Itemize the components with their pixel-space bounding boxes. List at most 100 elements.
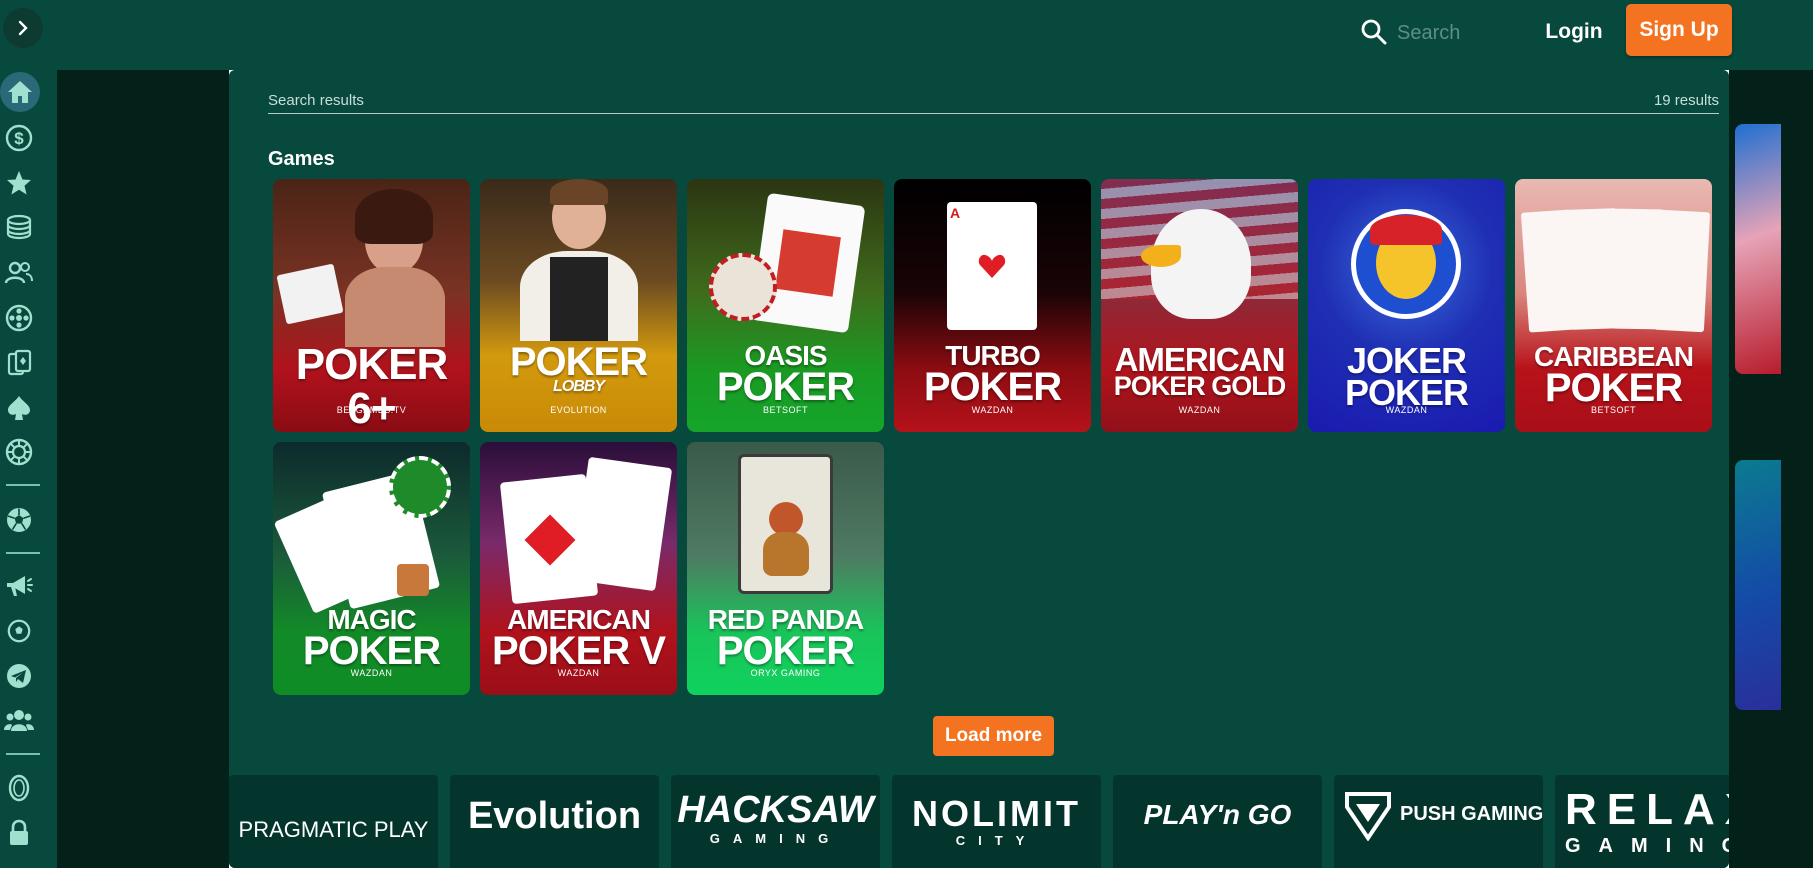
football-icon (7, 619, 31, 643)
provider-name: NOLIMIT (912, 793, 1081, 834)
search-input[interactable] (1395, 18, 1509, 48)
sidebar-item-roulette[interactable] (2, 435, 36, 469)
game-provider: WAZDAN (350, 668, 393, 678)
load-more-button[interactable]: Load more (933, 716, 1054, 756)
game-art (687, 442, 884, 594)
game-tile-turbo-poker[interactable]: A TURBO POKER WAZDAN (894, 179, 1091, 432)
star-icon (7, 171, 31, 195)
roulette-icon (5, 438, 33, 466)
provider-sub: CITY (955, 833, 1038, 848)
game-subtitle: POKER GOLD (1113, 371, 1287, 401)
game-tile-american-poker-gold[interactable]: AMERICAN POKER GOLD WAZDAN (1101, 179, 1298, 432)
game-subtitle: LOBBY (553, 378, 605, 395)
provider-card-play-n-go[interactable]: PLAY'n GO (1113, 775, 1322, 868)
search-icon[interactable] (1360, 18, 1388, 46)
dollar-icon: $ (5, 124, 33, 152)
sidebar-item-crypto[interactable] (2, 771, 36, 805)
provider-name: RELAX (1565, 785, 1729, 834)
game-provider: WAZDAN (1178, 405, 1221, 415)
sidebar-item-promotions[interactable] (2, 569, 36, 603)
sidebar-divider (6, 552, 40, 554)
sidebar-item-community[interactable] (2, 703, 36, 737)
coin-icon (8, 774, 30, 802)
right-background (1729, 70, 1813, 868)
chevron-right-icon (18, 20, 28, 36)
login-button[interactable]: Login (1536, 16, 1612, 48)
game-tile-poker-6-plus[interactable]: POKER 6+ BETGAMES.TV (273, 179, 470, 432)
telegram-icon (7, 664, 31, 688)
provider-card-relax-gaming[interactable]: RELAX GAMING (1555, 775, 1729, 868)
provider-card-evolution[interactable]: Evolution (450, 775, 659, 868)
game-art: A (894, 179, 1091, 330)
game-tile-oasis-poker[interactable]: OASIS POKER BETSOFT (687, 179, 884, 432)
game-art (480, 442, 677, 605)
game-provider: BETGAMES.TV (336, 405, 407, 415)
provider-name: Evolution (467, 795, 642, 837)
sidebar-item-favorites[interactable] (2, 166, 36, 200)
sidebar-item-live[interactable] (2, 301, 36, 335)
sidebar-item-poker[interactable] (2, 391, 36, 425)
game-title: POKER 6+ (295, 340, 448, 432)
sidebar-item-sports[interactable] (2, 503, 36, 537)
lock-icon (10, 819, 28, 845)
game-provider: WAZDAN (1385, 405, 1428, 415)
game-provider: WAZDAN (557, 668, 600, 678)
provider-sub: GAMING (709, 831, 842, 846)
provider-card-nolimit-city[interactable]: NOLIMIT CITY (892, 775, 1101, 868)
provider-card-pragmatic-play[interactable]: PRAGMATIC PLAY (229, 775, 438, 868)
sidebar-toggle-button[interactable] (3, 8, 43, 48)
sidebar-item-telegram[interactable] (2, 659, 36, 693)
game-art (1308, 179, 1505, 329)
provider-name: PRAGMATIC PLAY (238, 817, 429, 842)
push-gaming-logo-icon (1345, 792, 1391, 841)
game-tile-magic-poker[interactable]: MAGIC POKER WAZDAN (273, 442, 470, 695)
sidebar-item-users[interactable] (2, 256, 36, 290)
coins-stack-icon (6, 214, 32, 240)
provider-card-hacksaw[interactable]: HACKSAW GAMING (671, 775, 880, 868)
side-promo-thumb-top (1735, 124, 1781, 374)
provider-card-push-gaming[interactable]: PUSH GAMING (1334, 775, 1543, 868)
home-icon (8, 81, 32, 103)
cards-icon (7, 349, 32, 376)
game-tile-poker-lobby[interactable]: POKER LOBBY EVOLUTION (480, 179, 677, 432)
provider-name: HACKSAW (677, 789, 874, 831)
game-tile-red-panda-poker[interactable]: RED PANDA POKER ORYX GAMING (687, 442, 884, 695)
sidebar-item-coins[interactable] (2, 210, 36, 244)
game-provider: WAZDAN (971, 405, 1014, 415)
sidebar-item-football[interactable] (2, 614, 36, 648)
game-art (273, 442, 470, 614)
provider-sub: GAMING (1565, 835, 1729, 857)
megaphone-icon (7, 576, 33, 596)
game-tile-joker-poker[interactable]: JOKER POKER WAZDAN (1308, 179, 1505, 432)
games-heading: Games (268, 148, 335, 170)
game-provider: BETSOFT (762, 405, 808, 415)
sidebar-item-cards[interactable] (2, 346, 36, 380)
search-results-panel: Search results 19 results Games POKER 6+… (229, 70, 1729, 868)
film-reel-icon (5, 304, 33, 332)
sidebar-divider (6, 753, 40, 755)
sidebar-item-security[interactable] (2, 816, 36, 850)
svg-text:$: $ (14, 129, 24, 148)
game-art (480, 179, 677, 341)
game-tile-caribbean-poker[interactable]: CARIBBEAN POKER BETSOFT (1515, 179, 1712, 432)
left-background (57, 70, 229, 868)
game-art (1101, 179, 1298, 329)
soccer-ball-icon (7, 508, 31, 532)
signup-button[interactable]: Sign Up (1626, 4, 1732, 56)
game-art (273, 179, 470, 347)
users-icon (4, 261, 33, 284)
sidebar-divider (6, 484, 40, 486)
game-subtitle: POKER V (491, 629, 666, 673)
game-subtitle: POKER (923, 365, 1062, 409)
sidebar-item-dollar[interactable]: $ (2, 121, 36, 155)
game-subtitle: POKER (716, 365, 855, 409)
game-tile-american-poker-v[interactable]: AMERICAN POKER V WAZDAN (480, 442, 677, 695)
game-art (1515, 179, 1712, 333)
game-subtitle: POKER (1544, 366, 1683, 410)
search-results-count: 19 results (1653, 92, 1719, 109)
side-promo-thumb-bottom (1735, 460, 1781, 710)
game-art (687, 179, 884, 334)
game-subtitle: POKER (716, 629, 855, 673)
group-icon (4, 710, 34, 731)
sidebar-item-home[interactable] (0, 72, 40, 112)
